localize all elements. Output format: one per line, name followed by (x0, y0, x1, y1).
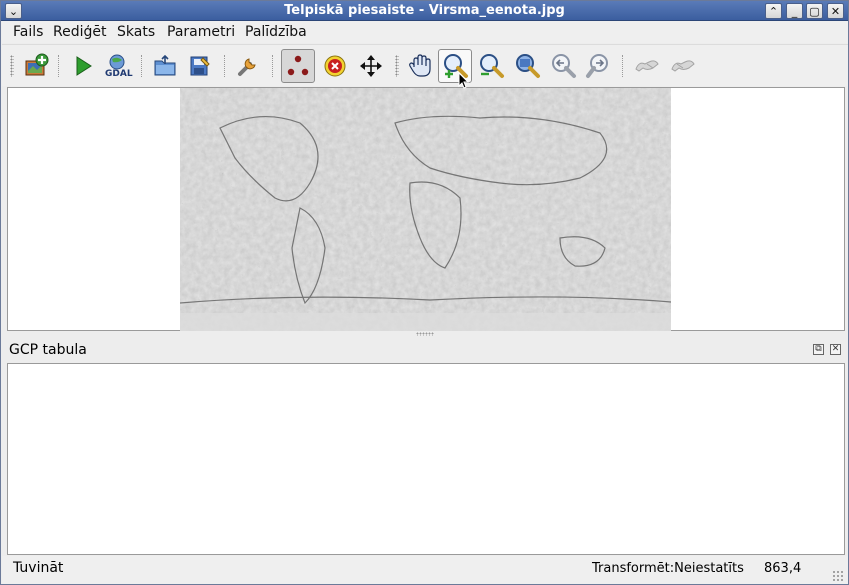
pan-icon (409, 54, 431, 77)
status-message: Tuvināt (13, 560, 64, 576)
move-point-button[interactable] (354, 49, 388, 83)
toolbar-grip[interactable] (10, 55, 14, 77)
zoom-next-button[interactable] (582, 49, 616, 83)
dock-float-icon[interactable]: ⧉ (813, 344, 824, 355)
svg-text:GDAL: GDAL (105, 69, 133, 79)
start-georeferencing-icon (76, 56, 92, 76)
pan-button[interactable] (403, 49, 437, 83)
link-qgis-button[interactable] (666, 49, 700, 83)
open-raster-button[interactable] (19, 49, 53, 83)
toolbar-separator (224, 55, 226, 77)
toolbar-separator (622, 55, 624, 77)
zoom-out-icon (480, 54, 504, 78)
gdal-script-icon: GDAL (105, 54, 133, 79)
load-gcp-icon (154, 54, 176, 76)
menu-edit[interactable]: Rediģēt (53, 24, 106, 40)
zoom-to-layer-icon (516, 54, 540, 78)
zoom-to-layer-button[interactable] (510, 49, 544, 83)
mouse-cursor-icon (458, 72, 470, 89)
zoom-last-button[interactable] (546, 49, 580, 83)
save-gcp-icon (190, 56, 210, 76)
toolbar-separator (141, 55, 143, 77)
delete-point-icon (324, 55, 346, 77)
map-canvas[interactable] (7, 87, 845, 331)
menu-file[interactable]: Fails (13, 24, 43, 40)
dock-close-icon[interactable]: ✕ (830, 344, 841, 355)
toolbar-separator (272, 55, 274, 77)
georeferencer-window: ⌄ Telpiskā piesaiste - Virsma_eenota.jpg… (0, 0, 849, 585)
zoom-next-icon (586, 54, 608, 78)
open-raster-icon (25, 53, 49, 76)
zoom-out-button[interactable] (474, 49, 508, 83)
menu-view[interactable]: Skats (117, 24, 155, 40)
gcp-dock-title: GCP tabula (9, 342, 87, 358)
menu-bar: Fails Rediģēt Skats Parametri Palīdzība (2, 21, 848, 43)
start-georeferencing-button[interactable] (66, 49, 100, 83)
gdal-script-button[interactable]: GDAL (101, 49, 135, 83)
toolbar-grip[interactable] (395, 55, 399, 77)
link-georeferencer-button[interactable] (630, 49, 664, 83)
close-icon[interactable]: ✕ (827, 3, 844, 19)
dock-splitter-handle[interactable] (416, 332, 434, 336)
menu-help[interactable]: Palīdzība (245, 24, 307, 40)
gcp-table[interactable] (7, 363, 845, 555)
world-relief-map (180, 88, 671, 331)
relief-raster (180, 88, 671, 331)
maximize-icon[interactable]: ▢ (806, 3, 823, 19)
zoom-last-icon (552, 54, 576, 78)
window-title: Telpiskā piesaiste - Virsma_eenota.jpg (284, 3, 565, 18)
resize-grip[interactable] (832, 570, 844, 582)
add-point-button[interactable] (281, 49, 315, 83)
delete-point-button[interactable] (318, 49, 352, 83)
move-point-icon (360, 55, 382, 77)
menu-settings[interactable]: Parametri (167, 24, 235, 40)
link-qgis-icon (671, 60, 695, 72)
status-bar: Tuvināt Transformēt:Neiestatīts 863,4 (2, 556, 848, 584)
add-point-icon (287, 55, 309, 76)
toolbar-separator (58, 55, 60, 77)
toolbar: GDAL (2, 44, 848, 86)
link-georeferencer-icon (635, 60, 659, 72)
status-coordinates: 863,4 (764, 561, 802, 576)
shade-icon[interactable]: ⌃ (765, 3, 782, 19)
status-transform: Transformēt:Neiestatīts (592, 561, 744, 576)
load-gcp-button[interactable] (148, 49, 182, 83)
transformation-settings-icon (238, 58, 256, 76)
save-gcp-button[interactable] (183, 49, 217, 83)
title-bar[interactable]: ⌄ Telpiskā piesaiste - Virsma_eenota.jpg… (1, 1, 848, 21)
transformation-settings-button[interactable] (231, 49, 265, 83)
minimize-icon[interactable]: _ (786, 3, 803, 19)
